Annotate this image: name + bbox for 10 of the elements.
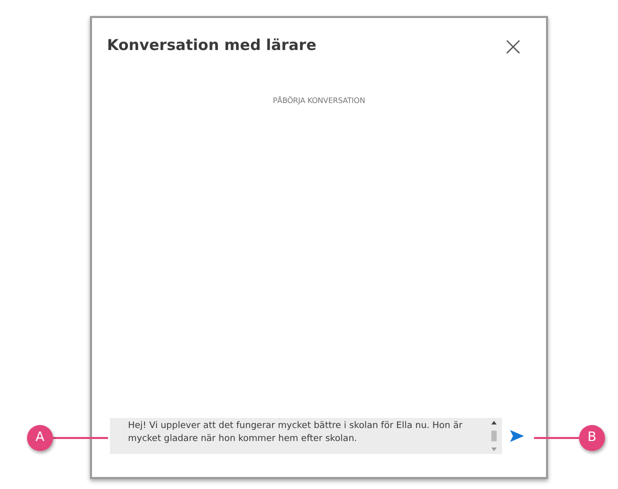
leader-line: [534, 437, 579, 439]
dialog-title: Konversation med lärare: [107, 36, 316, 54]
close-button[interactable]: ×: [500, 36, 526, 58]
leader-line: [53, 437, 108, 439]
callout-marker: A: [27, 425, 53, 451]
send-icon: [510, 430, 524, 442]
scrollbar[interactable]: [490, 420, 498, 452]
callout-marker: B: [579, 425, 605, 451]
message-field[interactable]: Hej! Vi upplever att det fungerar mycket bättre i skolan för Ella nu. Hon är mycket gladare när hon kommer hem efter skolan.: [110, 418, 502, 454]
send-button[interactable]: [510, 430, 524, 442]
